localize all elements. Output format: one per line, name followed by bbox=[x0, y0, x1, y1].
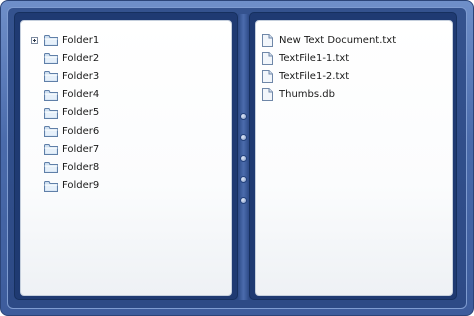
pane-splitter[interactable] bbox=[238, 14, 249, 300]
grip-dot-icon bbox=[241, 114, 246, 119]
tree-item-label: Folder9 bbox=[62, 180, 100, 192]
file-list: New Text Document.txt TextFile1-1.txt Text… bbox=[262, 31, 396, 104]
folder-icon bbox=[44, 107, 58, 119]
folder-icon bbox=[44, 180, 58, 192]
tree-item-label: Folder1 bbox=[62, 34, 100, 46]
folder-icon bbox=[44, 162, 58, 174]
folder-icon bbox=[44, 126, 58, 138]
tree-item-label: Folder3 bbox=[62, 70, 100, 82]
file-item[interactable]: TextFile1-1.txt bbox=[262, 49, 396, 67]
file-icon bbox=[262, 69, 273, 83]
file-item-label: TextFile1-2.txt bbox=[279, 70, 350, 82]
tree-item-label: Folder6 bbox=[62, 125, 100, 137]
tree-item-label: Folder4 bbox=[62, 89, 100, 101]
file-icon bbox=[262, 51, 273, 65]
tree-item[interactable]: Folder2 bbox=[29, 49, 99, 67]
file-item-label: TextFile1-1.txt bbox=[279, 52, 350, 64]
tree-item-label: Folder7 bbox=[62, 143, 100, 155]
file-icon bbox=[262, 88, 273, 102]
tree-item[interactable]: Folder6 bbox=[29, 122, 99, 140]
tree-item[interactable]: Folder3 bbox=[29, 67, 99, 85]
file-item[interactable]: New Text Document.txt bbox=[262, 31, 396, 49]
grip-dot-icon bbox=[241, 156, 246, 161]
folder-icon bbox=[44, 144, 58, 156]
tree-item[interactable]: Folder8 bbox=[29, 158, 99, 176]
tree-item[interactable]: Folder9 bbox=[29, 177, 99, 195]
tree-item[interactable]: Folder5 bbox=[29, 104, 99, 122]
tree-item-label: Folder2 bbox=[62, 52, 100, 64]
file-list-pane[interactable]: New Text Document.txt TextFile1-1.txt Text… bbox=[255, 20, 453, 296]
folder-tree: Folder1 Folder2 Folder3 Folder4 Folder5 Folde… bbox=[29, 31, 99, 195]
file-item-label: Thumbs.db bbox=[279, 89, 335, 101]
file-item[interactable]: TextFile1-2.txt bbox=[262, 67, 396, 85]
grip-dot-icon bbox=[241, 135, 246, 140]
tree-item-label: Folder8 bbox=[62, 161, 100, 173]
folder-icon bbox=[44, 89, 58, 101]
grip-dot-icon bbox=[241, 198, 246, 203]
folder-icon bbox=[44, 71, 58, 83]
file-item[interactable]: Thumbs.db bbox=[262, 86, 396, 104]
tree-item[interactable]: Folder7 bbox=[29, 140, 99, 158]
file-icon bbox=[262, 33, 273, 47]
folder-icon bbox=[44, 53, 58, 65]
plus-expander-icon[interactable] bbox=[31, 36, 38, 44]
grip-dot-icon bbox=[241, 177, 246, 182]
tree-item[interactable]: Folder4 bbox=[29, 86, 99, 104]
folder-icon bbox=[44, 35, 58, 47]
file-item-label: New Text Document.txt bbox=[279, 34, 397, 46]
tree-item-label: Folder5 bbox=[62, 107, 100, 119]
folder-tree-pane[interactable]: Folder1 Folder2 Folder3 Folder4 Folder5 Folde… bbox=[20, 20, 232, 296]
tree-item[interactable]: Folder1 bbox=[29, 31, 99, 49]
